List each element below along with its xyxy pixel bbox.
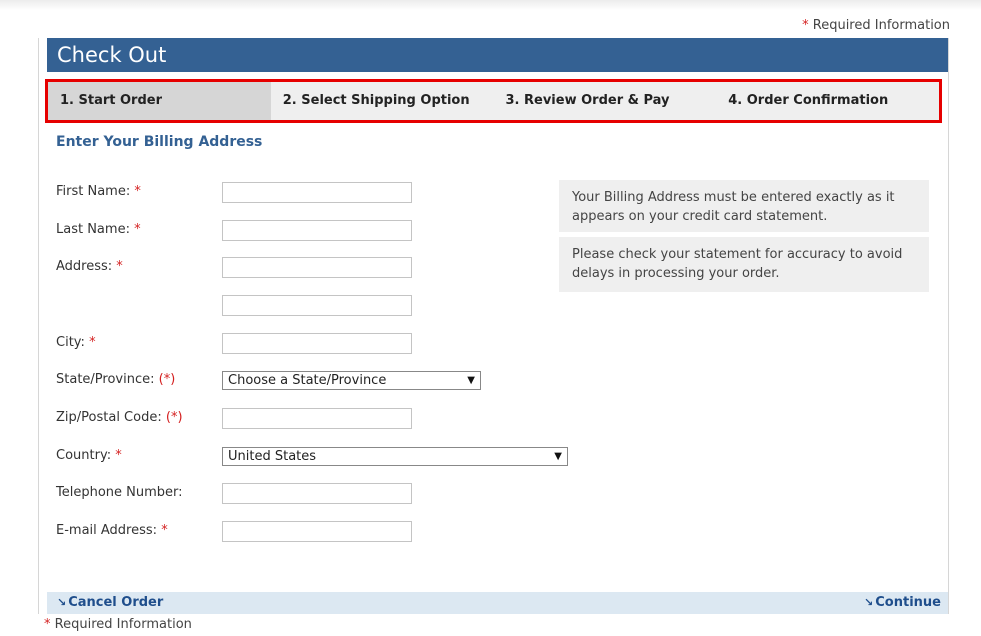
address-field[interactable]	[222, 257, 412, 278]
billing-info-note: Your Billing Address must be entered exa…	[559, 180, 929, 232]
cancel-order-label: Cancel Order	[68, 595, 164, 610]
state-required: (*)	[158, 372, 176, 387]
country-label-text: Country:	[56, 448, 112, 463]
last-name-label: Last Name: *	[56, 222, 141, 237]
country-select[interactable]: United States ▼	[222, 447, 568, 466]
continue-button[interactable]: ↘ Continue	[864, 592, 941, 614]
city-field[interactable]	[222, 333, 412, 354]
dropdown-arrow-icon: ▼	[554, 451, 562, 462]
state-select-value: Choose a State/Province	[228, 373, 387, 388]
required-star: *	[44, 617, 51, 632]
page-title: Check Out	[57, 43, 167, 67]
required-info-text: Required Information	[54, 617, 192, 632]
address-line2-field[interactable]	[222, 295, 412, 316]
state-label: State/Province: (*)	[56, 372, 175, 387]
checkout-header: Check Out	[47, 38, 948, 72]
first-name-required: *	[134, 184, 141, 199]
address-label-text: Address:	[56, 259, 113, 274]
zip-field[interactable]	[222, 408, 412, 429]
accuracy-info-note: Please check your statement for accuracy…	[559, 237, 929, 292]
email-field[interactable]	[222, 521, 412, 542]
footer-bar: ↘ Cancel Order ↘ Continue	[47, 592, 948, 614]
email-label-text: E-mail Address:	[56, 523, 158, 538]
continue-label: Continue	[875, 595, 941, 610]
city-required: *	[89, 335, 96, 350]
last-name-label-text: Last Name:	[56, 222, 130, 237]
required-info-bottom: * Required Information	[44, 617, 192, 632]
last-name-required: *	[134, 222, 141, 237]
checkout-steps: 1. Start Order 2. Select Shipping Option…	[45, 79, 942, 123]
email-label: E-mail Address: *	[56, 523, 168, 538]
country-required: *	[115, 448, 122, 463]
cancel-order-button[interactable]: ↘ Cancel Order	[57, 592, 163, 614]
city-label: City: *	[56, 335, 96, 350]
arrow-down-right-icon: ↘	[57, 596, 67, 609]
email-required: *	[161, 523, 168, 538]
step-review-pay[interactable]: 3. Review Order & Pay	[494, 82, 717, 120]
arrow-down-right-icon: ↘	[864, 596, 874, 609]
address-required: *	[116, 259, 123, 274]
phone-label-text: Telephone Number:	[56, 485, 183, 500]
zip-required: (*)	[165, 410, 183, 425]
address-label: Address: *	[56, 259, 123, 274]
step-order-confirmation[interactable]: 4. Order Confirmation	[716, 82, 939, 120]
first-name-field[interactable]	[222, 182, 412, 203]
required-info-text: Required Information	[812, 18, 950, 33]
state-label-text: State/Province:	[56, 372, 155, 387]
last-name-field[interactable]	[222, 220, 412, 241]
required-star: *	[802, 18, 809, 33]
step-select-shipping[interactable]: 2. Select Shipping Option	[271, 82, 494, 120]
state-select[interactable]: Choose a State/Province ▼	[222, 371, 481, 390]
city-label-text: City:	[56, 335, 85, 350]
top-shade	[0, 0, 981, 10]
country-select-value: United States	[228, 449, 317, 464]
checkout-panel	[38, 38, 949, 614]
required-info-top: * Required Information	[802, 18, 950, 33]
step-start-order[interactable]: 1. Start Order	[48, 82, 271, 120]
country-label: Country: *	[56, 448, 122, 463]
zip-label: Zip/Postal Code: (*)	[56, 410, 183, 425]
first-name-label-text: First Name:	[56, 184, 131, 199]
billing-section-title: Enter Your Billing Address	[56, 134, 263, 150]
phone-field[interactable]	[222, 483, 412, 504]
phone-label: Telephone Number:	[56, 485, 183, 500]
zip-label-text: Zip/Postal Code:	[56, 410, 162, 425]
dropdown-arrow-icon: ▼	[467, 375, 475, 386]
first-name-label: First Name: *	[56, 184, 141, 199]
